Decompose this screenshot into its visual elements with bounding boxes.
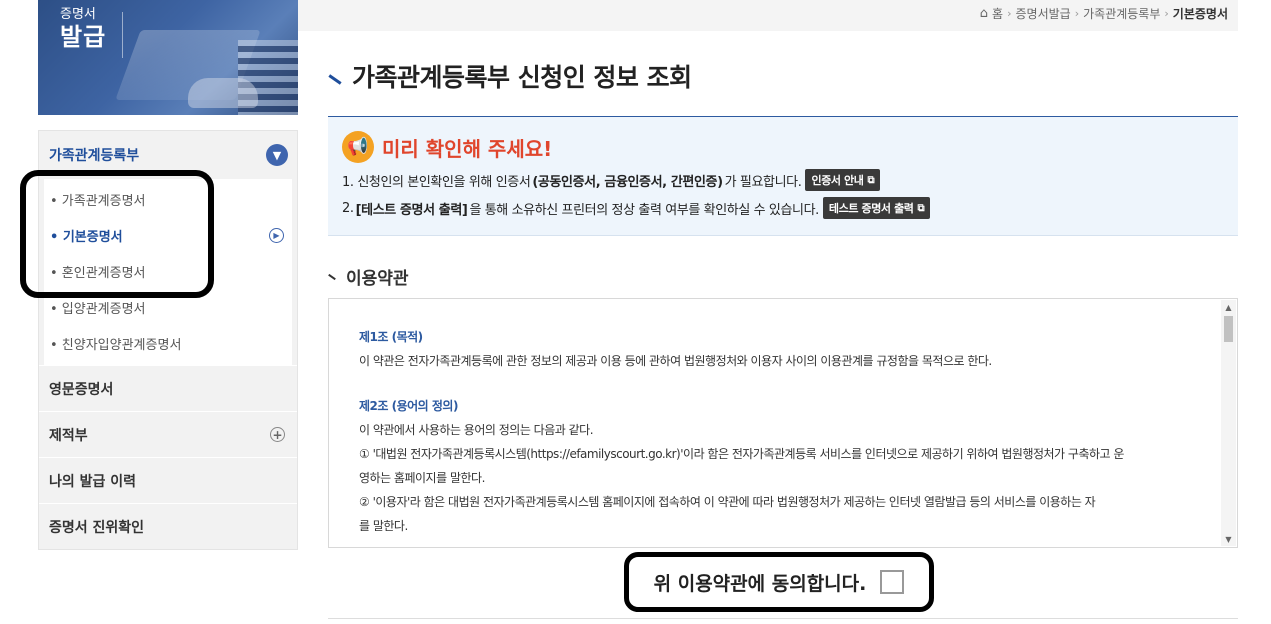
chevron-right-icon: › xyxy=(1074,7,1080,20)
title-mark xyxy=(328,73,342,85)
sidebar-item-label: 나의 발급 이력 xyxy=(49,473,137,490)
cert-guide-button-label: 인증서 안내 xyxy=(811,174,864,187)
notice-title: 미리 확인해 주세요! xyxy=(382,136,553,161)
breadcrumb-level1[interactable]: 증명서발급 xyxy=(1016,5,1071,22)
sidebar-item-label: • 가족관계증명서 xyxy=(50,193,146,209)
sidebar-menu: 가족관계등록부 ▼ • 가족관계증명서 • 기본증명서 ▶ • 혼인관계증명서 … xyxy=(38,130,298,550)
notice-header: 📢 미리 확인해 주세요! xyxy=(342,131,1224,163)
external-link-icon: ⧉ xyxy=(867,174,875,186)
chevron-right-icon: › xyxy=(1007,7,1012,20)
sidebar-item-adoption-cert[interactable]: • 입양관계증명서 xyxy=(44,289,292,325)
article-1-title: 제1조 (목적) xyxy=(359,330,423,344)
sidebar-item-label: 증명서 진위확인 xyxy=(49,519,145,536)
agree-terms-checkbox[interactable] xyxy=(880,570,905,594)
chevron-right-icon: › xyxy=(1164,7,1169,20)
test-print-button-label: 테스트 증명서 출력 xyxy=(828,202,914,215)
breadcrumb-level2[interactable]: 가족관계등록부 xyxy=(1083,5,1160,22)
sidebar-item-full-adoption-cert[interactable]: • 친양자입양관계증명서 xyxy=(44,325,292,361)
sidebar-item-label: • 혼인관계증명서 xyxy=(50,265,146,281)
plus-circle-icon[interactable]: + xyxy=(270,427,285,442)
article-2-item2-line2: 를 말한다. xyxy=(359,519,408,533)
sidebar-banner: 증명서 발급 xyxy=(38,0,298,115)
terms-scrollbar[interactable]: ▲ ▼ xyxy=(1221,300,1236,546)
article-2-item1-line2: 영하는 홈페이지를 말한다. xyxy=(359,471,485,485)
sidebar-group-label: 가족관계등록부 xyxy=(49,148,140,164)
divider xyxy=(328,618,1238,619)
notice-line1-text: 1. 신청인의 본인확인을 위해 인증서 xyxy=(342,174,531,190)
sidebar-item-label: 영문증명서 xyxy=(49,381,114,398)
notice-line2-bold: [테스트 증명서 출력] xyxy=(355,202,468,218)
agree-terms-box: 위 이용약관에 동의합니다. xyxy=(624,552,934,612)
notice-line-2: 2. [테스트 증명서 출력] 을 통해 소유하신 프린터의 정상 출력 여부를… xyxy=(342,197,1224,219)
sidebar-item-marriage-cert[interactable]: • 혼인관계증명서 xyxy=(44,253,292,289)
page: 증명서 발급 가족관계등록부 ▼ • 가족관계증명서 • 기본증명서 ▶ • 혼… xyxy=(0,0,1271,624)
agree-terms-label[interactable]: 위 이용약관에 동의합니다. xyxy=(654,569,867,596)
cert-guide-button[interactable]: 인증서 안내 ⧉ xyxy=(805,169,881,191)
sidebar-item-basic-cert[interactable]: • 기본증명서 ▶ xyxy=(44,217,292,253)
notice-box: 📢 미리 확인해 주세요! 1. 신청인의 본인확인을 위해 인증서 (공동인증… xyxy=(328,116,1238,236)
notice-line-1: 1. 신청인의 본인확인을 위해 인증서 (공동인증서, 금융인증서, 간편인증… xyxy=(342,169,1224,191)
article-2-item1-line1: ① '대법원 전자가족관계등록시스템(https://efamilyscourt… xyxy=(359,447,1124,461)
terms-heading: 이용약관 xyxy=(346,269,409,289)
sidebar-item-label: 제적부 xyxy=(49,427,88,444)
sidebar-item-english-cert[interactable]: 영문증명서 xyxy=(39,365,297,411)
scroll-down-arrow-icon[interactable]: ▼ xyxy=(1221,532,1236,546)
notice-line1-bold: (공동인증서, 금융인증서, 간편인증) xyxy=(532,174,723,190)
sidebar-item-removal-registry[interactable]: 제적부 + xyxy=(39,411,297,457)
notice-line1-post: 가 필요합니다. xyxy=(724,174,802,190)
sidebar-item-label: • 친양자입양관계증명서 xyxy=(50,337,182,353)
sidebar-item-issue-history[interactable]: 나의 발급 이력 xyxy=(39,457,297,503)
external-link-icon: ⧉ xyxy=(917,202,925,214)
article-1-text: 이 약관은 전자가족관계등록에 관한 정보의 제공과 이용 등에 관하여 법원행… xyxy=(359,354,992,368)
megaphone-icon: 📢 xyxy=(342,131,374,163)
terms-scroll-box[interactable]: 제1조 (목적) 이 약관은 전자가족관계등록에 관한 정보의 제공과 이용 등… xyxy=(328,298,1238,548)
banner-title-big: 발급 xyxy=(60,21,107,51)
breadcrumb-home[interactable]: 홈 xyxy=(992,5,1003,22)
page-title-wrap: 가족관계등록부 신청인 정보 조회 xyxy=(328,58,692,94)
sidebar-item-family-relation-cert[interactable]: • 가족관계증명서 xyxy=(44,181,292,217)
home-icon[interactable]: ⌂ xyxy=(980,6,988,21)
terms-content: 제1조 (목적) 이 약관은 전자가족관계등록에 관한 정보의 제공과 이용 등… xyxy=(359,325,1207,538)
hands-illustration xyxy=(188,78,258,108)
chevron-down-icon[interactable]: ▼ xyxy=(266,144,288,166)
sidebar-item-cert-verification[interactable]: 증명서 진위확인 xyxy=(39,503,297,549)
terms-section-title: 이용약관 xyxy=(328,264,409,289)
banner-divider xyxy=(122,12,123,58)
test-print-button[interactable]: 테스트 증명서 출력 ⧉ xyxy=(822,197,931,219)
banner-title: 증명서 발급 xyxy=(60,7,107,51)
sidebar-item-label: • 기본증명서 xyxy=(50,229,123,245)
scroll-thumb[interactable] xyxy=(1224,316,1233,342)
article-2-intro: 이 약관에서 사용하는 용어의 정의는 다음과 같다. xyxy=(359,423,594,437)
notice-line2-post: 을 통해 소유하신 프린터의 정상 출력 여부를 확인하실 수 있습니다. xyxy=(469,202,819,218)
banner-title-small: 증명서 xyxy=(60,7,96,22)
scroll-up-arrow-icon[interactable]: ▲ xyxy=(1221,300,1236,314)
sidebar-group-family-registry[interactable]: 가족관계등록부 ▼ xyxy=(39,131,297,179)
sidebar-submenu: • 가족관계증명서 • 기본증명서 ▶ • 혼인관계증명서 • 입양관계증명서 … xyxy=(44,179,292,365)
section-mark xyxy=(328,273,336,280)
sidebar-item-label: • 입양관계증명서 xyxy=(50,301,146,317)
breadcrumb-current: 기본증명서 xyxy=(1172,7,1228,21)
article-2-item2-line1: ② '이용자'라 함은 대법원 전자가족관계등록시스템 홈페이지에 접속하여 이… xyxy=(359,495,1096,509)
play-circle-icon: ▶ xyxy=(269,227,284,243)
notice-line2-text: 2. xyxy=(342,200,354,216)
article-2-title: 제2조 (용어의 정의) xyxy=(359,399,458,413)
page-title: 가족관계등록부 신청인 정보 조회 xyxy=(352,63,692,92)
sidebar: 증명서 발급 가족관계등록부 ▼ • 가족관계증명서 • 기본증명서 ▶ • 혼… xyxy=(38,0,298,550)
breadcrumb: ⌂ 홈 › 증명서발급 › 가족관계등록부 › 기본증명서 xyxy=(980,5,1228,22)
